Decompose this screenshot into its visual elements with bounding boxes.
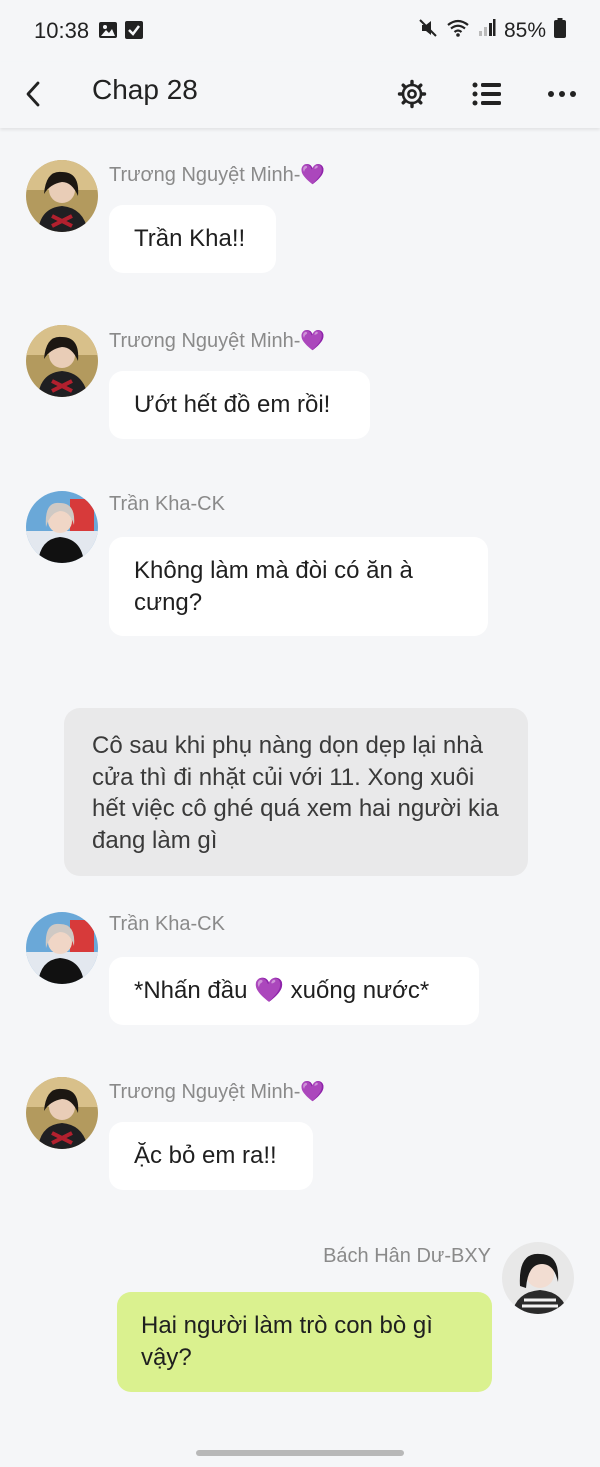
- more-options-button[interactable]: [540, 72, 584, 116]
- gear-icon: [397, 79, 427, 109]
- chat-header: Chap 28: [0, 62, 600, 128]
- status-bar: 10:38 85%: [0, 0, 600, 62]
- battery-percent: 85%: [503, 18, 546, 42]
- my-avatar[interactable]: [502, 1242, 574, 1314]
- sender-name: Trần Kha-CK: [109, 913, 225, 935]
- back-icon: [26, 81, 40, 107]
- avatar-truong-nguyet-minh[interactable]: [26, 160, 98, 232]
- message-bubble[interactable]: Trần Kha!!: [109, 205, 276, 273]
- battery-icon: [554, 18, 566, 43]
- mute-icon: [418, 18, 438, 43]
- status-indicators: 85%: [418, 18, 566, 43]
- message-bubble[interactable]: Không làm mà đòi có ăn à cưng?: [109, 537, 488, 636]
- list-icon: [472, 82, 501, 106]
- avatar-truong-nguyet-minh[interactable]: [26, 1077, 98, 1149]
- message-bubble[interactable]: *Nhấn đầu 💜 xuống nước*: [109, 957, 479, 1025]
- avatar-tran-kha[interactable]: [26, 491, 98, 563]
- avatar-tran-kha[interactable]: [26, 912, 98, 984]
- sender-name: Trần Kha-CK: [109, 493, 225, 515]
- check-square-icon: [124, 20, 144, 40]
- signal-icon: [478, 18, 496, 43]
- wifi-icon: [446, 18, 470, 43]
- chapter-list-button[interactable]: [465, 72, 509, 116]
- my-sender-name: Bách Hân Dư-BXY: [323, 1245, 491, 1267]
- message-bubble[interactable]: Ướt hết đồ em rồi!: [109, 371, 370, 439]
- back-button[interactable]: [14, 74, 54, 114]
- home-indicator[interactable]: [196, 1450, 404, 1456]
- status-time: 10:38: [34, 18, 90, 43]
- sender-name: Trương Nguyệt Minh-💜: [109, 1081, 326, 1103]
- settings-button[interactable]: [390, 72, 434, 116]
- my-message-bubble[interactable]: Hai người làm trò con bò gì vậy?: [117, 1292, 492, 1392]
- more-icon: [548, 91, 576, 97]
- page-title: Chap 28: [92, 74, 198, 105]
- message-bubble[interactable]: Ặc bỏ em ra!!: [109, 1122, 313, 1190]
- narration-box: Cô sau khi phụ nàng dọn dẹp lại nhà cửa …: [64, 708, 528, 876]
- image-icon: [98, 20, 118, 40]
- sender-name: Trương Nguyệt Minh-💜: [109, 164, 326, 186]
- sender-name: Trương Nguyệt Minh-💜: [109, 330, 326, 352]
- avatar-truong-nguyet-minh[interactable]: [26, 325, 98, 397]
